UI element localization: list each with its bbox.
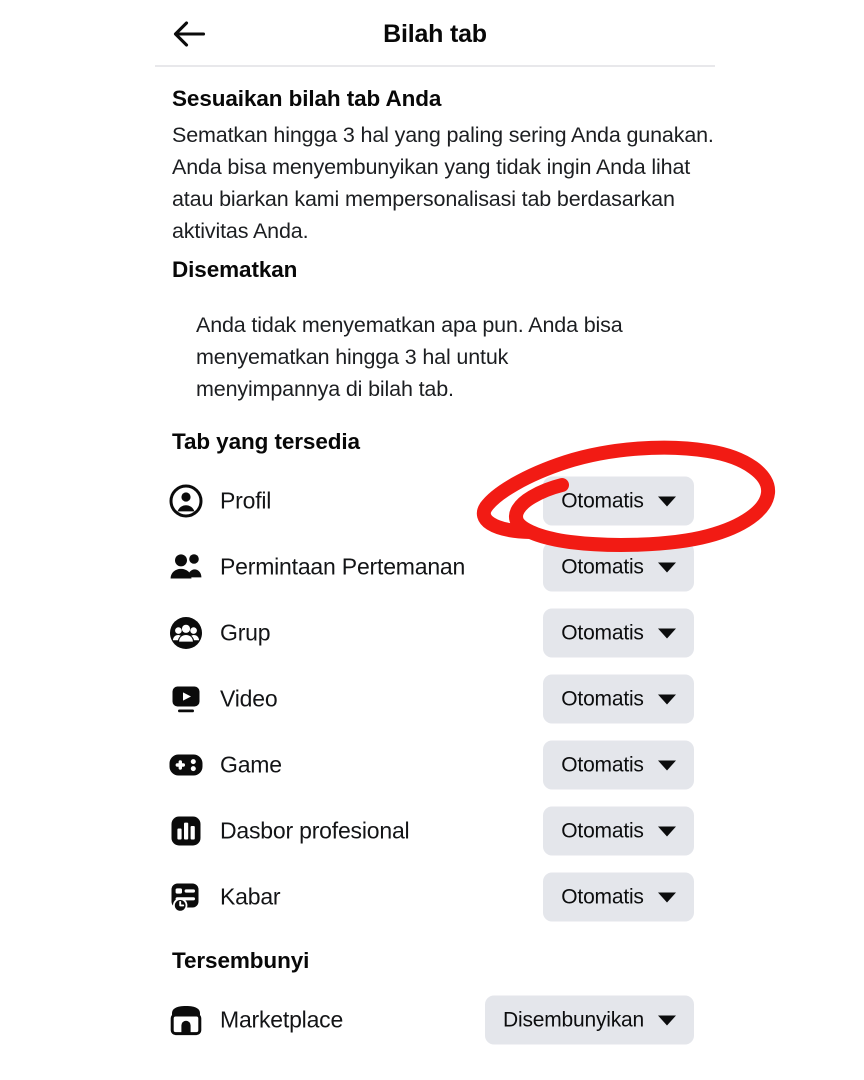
tab-label: Dasbor profesional <box>220 817 410 844</box>
table-row[interactable]: Marketplace Disembunyikan <box>168 992 728 1048</box>
table-row[interactable]: Grup Otomatis <box>168 605 728 661</box>
tab-label: Grup <box>220 619 271 646</box>
gamepad-icon <box>168 747 204 783</box>
status-dropdown-grup[interactable]: Otomatis <box>543 608 694 658</box>
tab-label: Profil <box>220 487 272 514</box>
friends-icon <box>168 549 204 585</box>
dashboard-icon <box>168 813 204 849</box>
video-icon <box>168 681 204 717</box>
customize-section-description: Sematkan hingga 3 hal yang paling sering… <box>172 123 714 243</box>
status-dropdown-profil[interactable]: Otomatis <box>543 476 694 526</box>
status-dropdown-video[interactable]: Otomatis <box>543 674 694 724</box>
chevron-down-icon <box>657 496 676 506</box>
status-dropdown-value: Otomatis <box>561 621 644 644</box>
chevron-down-icon <box>657 628 676 638</box>
tab-label: Game <box>220 751 282 778</box>
chevron-down-icon <box>657 826 676 836</box>
marketplace-icon <box>168 1002 204 1038</box>
customize-section-title: Sesuaikan bilah tab Anda <box>172 86 442 111</box>
table-row[interactable]: Video Otomatis <box>168 671 728 727</box>
tab-label: Marketplace <box>220 1006 344 1033</box>
status-dropdown-marketplace[interactable]: Disembunyikan <box>485 995 694 1045</box>
status-dropdown-value: Otomatis <box>561 819 644 842</box>
available-tabs-section-title: Tab yang tersedia <box>172 429 360 454</box>
status-dropdown-kabar[interactable]: Otomatis <box>543 872 694 922</box>
tab-label: Video <box>220 685 278 712</box>
groups-icon <box>168 615 204 651</box>
pinned-section-title: Disematkan <box>172 257 298 282</box>
table-row[interactable]: Permintaan Pertemanan Otomatis <box>168 539 728 595</box>
tab-label: Permintaan Pertemanan <box>220 553 466 580</box>
screen-header: Bilah tab <box>155 0 715 66</box>
table-row[interactable]: Kabar Otomatis <box>168 869 728 925</box>
table-row[interactable]: Profil Otomatis <box>168 473 728 529</box>
profile-icon <box>168 483 204 519</box>
pinned-section-description: Anda tidak menyematkan apa pun. Anda bis… <box>196 313 623 401</box>
hidden-tabs-section-title: Tersembunyi <box>172 948 310 973</box>
chevron-down-icon <box>657 892 676 902</box>
table-row[interactable]: Dasbor profesional Otomatis <box>168 803 728 859</box>
tab-bar-settings-screen: Bilah tab Sesuaikan bilah tab Anda Semat… <box>0 0 864 1080</box>
chevron-down-icon <box>657 1015 676 1025</box>
status-dropdown-value: Otomatis <box>561 555 644 578</box>
chevron-down-icon <box>657 562 676 572</box>
status-dropdown-value: Disembunyikan <box>503 1008 644 1031</box>
status-dropdown-value: Otomatis <box>561 885 644 908</box>
status-dropdown-value: Otomatis <box>561 687 644 710</box>
table-row[interactable]: Game Otomatis <box>168 737 728 793</box>
tab-label: Kabar <box>220 883 281 910</box>
news-icon <box>168 879 204 915</box>
status-dropdown-value: Otomatis <box>561 753 644 776</box>
chevron-down-icon <box>657 694 676 704</box>
status-dropdown-dasbor-profesional[interactable]: Otomatis <box>543 806 694 856</box>
status-dropdown-game[interactable]: Otomatis <box>543 740 694 790</box>
page-title: Bilah tab <box>383 20 487 48</box>
header-divider <box>155 65 715 67</box>
status-dropdown-value: Otomatis <box>561 489 644 512</box>
status-dropdown-permintaan-pertemanan[interactable]: Otomatis <box>543 542 694 592</box>
chevron-down-icon <box>657 760 676 770</box>
